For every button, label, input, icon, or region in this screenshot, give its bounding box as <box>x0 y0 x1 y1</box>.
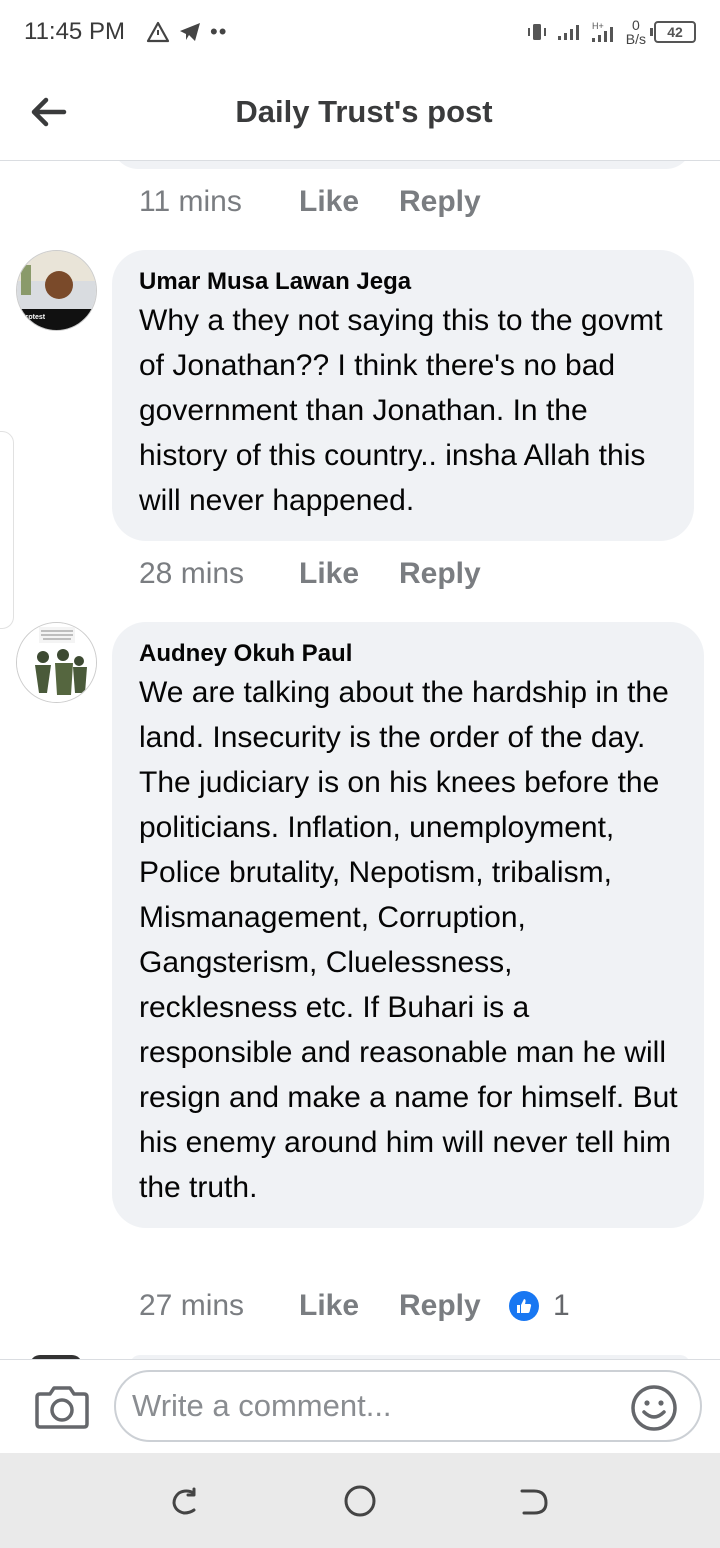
comment-time: 28 mins <box>139 557 245 590</box>
signal-icon <box>557 25 579 40</box>
reaction-count: 1 <box>553 1289 570 1322</box>
previous-comment-bubble <box>112 161 692 169</box>
status-bar: 11:45 PM •• H+ 0 B/s 42 <box>0 0 720 64</box>
like-button[interactable]: Like <box>299 557 399 591</box>
more-notifications-dots: •• <box>210 19 228 44</box>
comment-bubble: Audney Okuh Paul We are talking about th… <box>112 622 704 1228</box>
comment-meta: 28 mins Like Reply <box>139 557 509 591</box>
telegram-icon <box>180 23 200 41</box>
comment-author[interactable]: Audney Okuh Paul <box>139 640 678 668</box>
comment-bubble: Umar Musa Lawan Jega Why a they not sayi… <box>112 250 694 541</box>
comment-input[interactable]: Write a comment... <box>114 1370 702 1442</box>
reaction-summary[interactable]: 1 <box>509 1289 570 1323</box>
status-system-icons: H+ 0 B/s 42 <box>526 14 696 50</box>
camera-icon[interactable] <box>34 1384 90 1430</box>
side-handle[interactable] <box>0 431 14 629</box>
alert-triangle-icon <box>146 21 170 43</box>
vibrate-icon <box>527 24 546 40</box>
net-speed: 0 B/s <box>625 17 646 47</box>
like-reaction-icon <box>509 1291 539 1321</box>
comment-time: 27 mins <box>139 1289 245 1322</box>
post-header: Daily Trust's post <box>0 64 720 161</box>
comment-meta: 27 mins Like Reply 1 <box>139 1289 570 1323</box>
like-button[interactable]: Like <box>299 185 399 219</box>
like-button[interactable]: Like <box>299 1289 399 1323</box>
comment-text: Why a they not saying this to the govmt … <box>139 304 663 517</box>
battery-icon: 42 <box>650 21 696 43</box>
signal-hplus-icon: H+ <box>591 21 613 42</box>
reply-button[interactable]: Reply <box>399 185 509 219</box>
page-title: Daily Trust's post <box>235 94 493 129</box>
avatar[interactable] <box>16 622 97 703</box>
reply-button[interactable]: Reply <box>399 557 509 591</box>
svg-text:H+: H+ <box>592 21 604 31</box>
system-nav-bar <box>0 1453 720 1548</box>
back-icon[interactable] <box>516 1483 552 1519</box>
svg-text:Protest: Protest <box>21 314 46 321</box>
avatar-photo <box>17 623 96 702</box>
emoji-icon[interactable] <box>630 1384 678 1432</box>
avatar[interactable]: Protest <box>16 250 97 331</box>
comment-composer: Write a comment... <box>0 1359 720 1454</box>
status-time: 11:45 PM <box>24 18 125 45</box>
status-notification-icons: •• <box>146 14 227 50</box>
comments-list[interactable]: 11 mins Like Reply Protest Umar Musa Law… <box>0 161 720 1359</box>
home-icon[interactable] <box>342 1483 378 1519</box>
comment-author[interactable]: Umar Musa Lawan Jega <box>139 268 668 296</box>
comment-time: 11 mins <box>139 185 242 218</box>
comment-text: We are talking about the hardship in the… <box>139 676 678 1204</box>
reply-button[interactable]: Reply <box>399 1289 509 1323</box>
comment-meta: 11 mins Like Reply <box>139 185 509 219</box>
recent-apps-icon[interactable] <box>168 1483 204 1519</box>
avatar-photo: Protest <box>17 251 96 330</box>
